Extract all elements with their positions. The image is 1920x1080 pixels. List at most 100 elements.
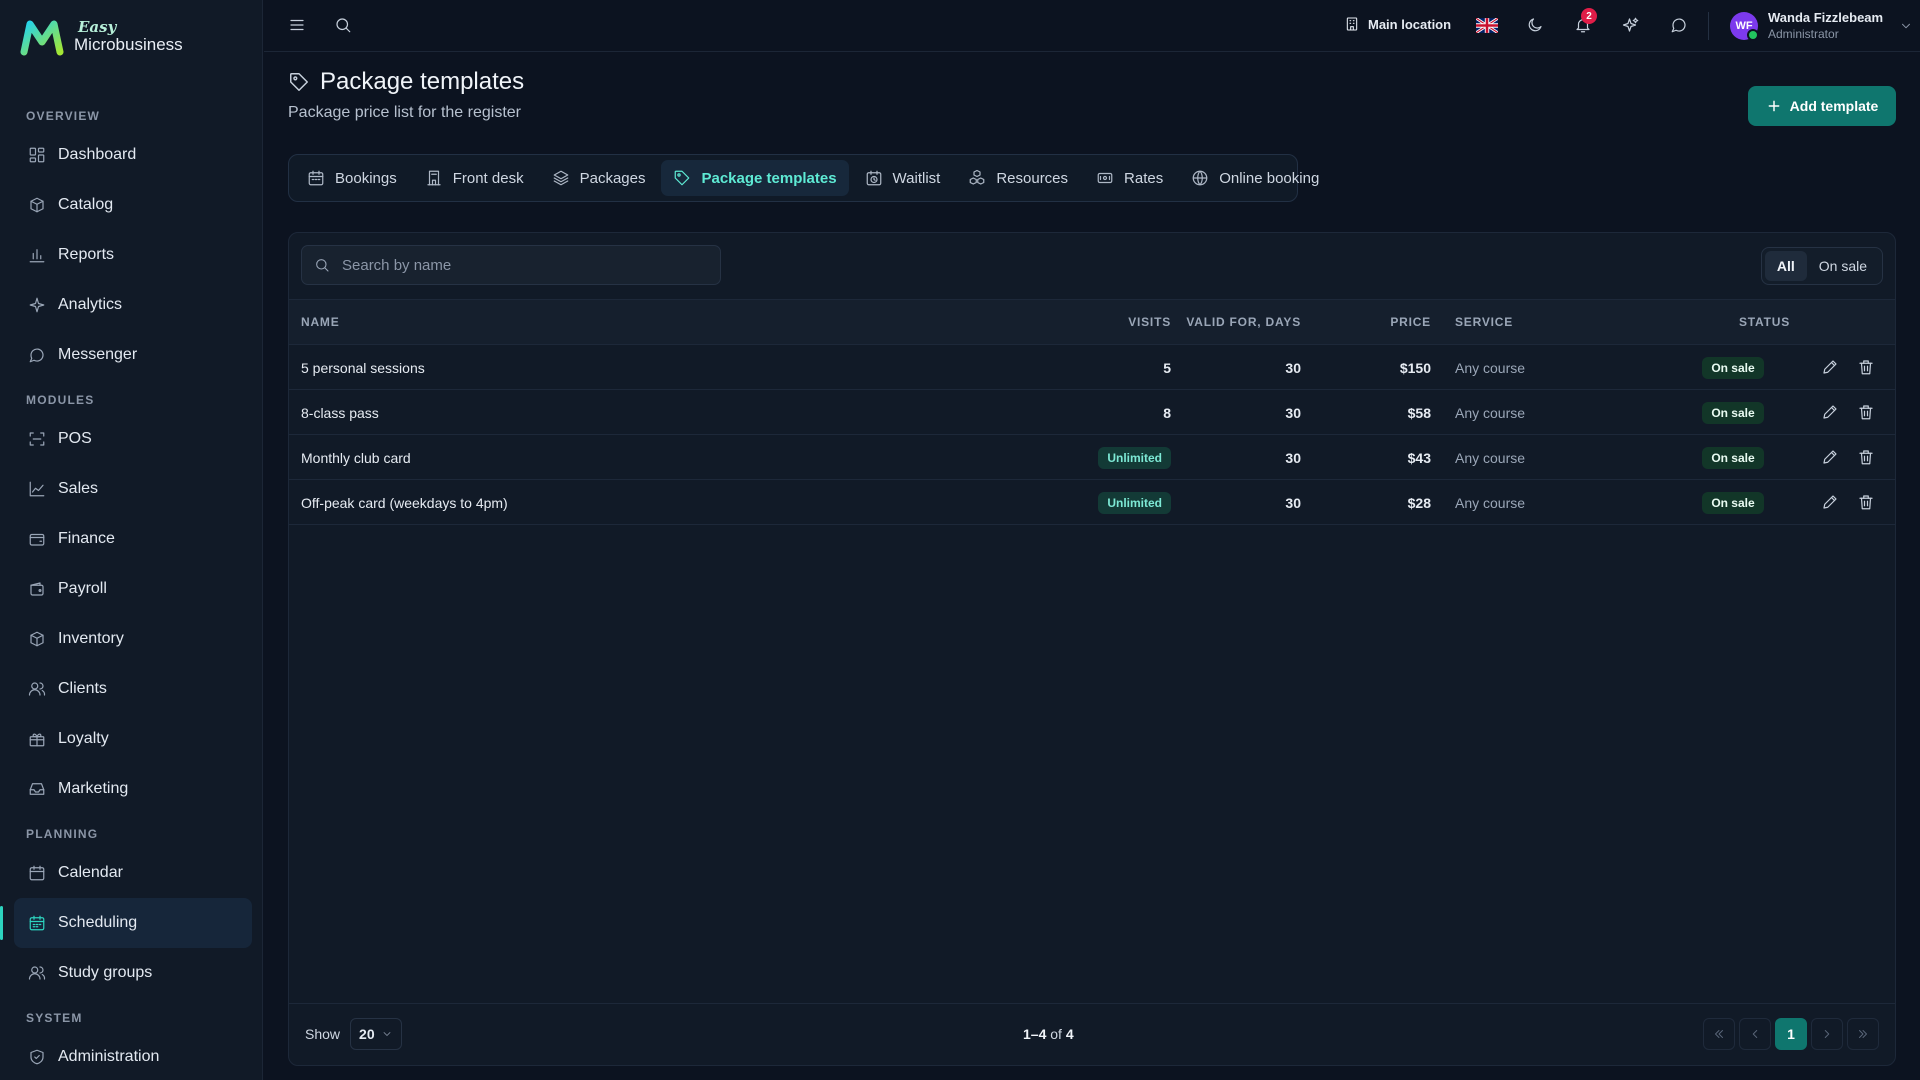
uk-flag-icon[interactable]	[1476, 18, 1498, 33]
sidebar: Easy Microbusiness OVERVIEW Dashboard Ca…	[0, 0, 263, 1080]
trash-icon[interactable]	[1857, 403, 1875, 421]
tab-label: Waitlist	[892, 169, 941, 187]
sparkles-icon[interactable]	[1622, 16, 1640, 34]
search-icon[interactable]	[334, 16, 352, 34]
tag-icon	[290, 73, 308, 91]
column-header-visits[interactable]: VISITS	[1059, 300, 1171, 346]
brand-name: Microbusiness	[74, 34, 183, 54]
column-header-price[interactable]: PRICE	[1319, 300, 1431, 346]
range-total: 4	[1065, 1026, 1074, 1042]
first-page-button[interactable]	[1703, 1018, 1735, 1050]
nav-section-overview: OVERVIEW	[26, 109, 101, 123]
edit-icon[interactable]	[1821, 403, 1839, 421]
column-header-status[interactable]: STATUS	[1739, 300, 1790, 346]
edit-icon[interactable]	[1821, 448, 1839, 466]
location-selector[interactable]: Main location	[1344, 16, 1451, 32]
calendar-icon	[308, 170, 324, 186]
sidebar-item-finance[interactable]: Finance	[14, 514, 252, 564]
search-input[interactable]	[342, 256, 702, 274]
sidebar-item-payroll[interactable]: Payroll	[14, 564, 252, 614]
location-label: Main location	[1368, 16, 1452, 32]
tab-resources[interactable]: Resources	[956, 160, 1080, 196]
sidebar-item-pos[interactable]: POS	[14, 414, 252, 464]
column-header-service[interactable]: SERVICE	[1455, 300, 1513, 346]
cell-price: $58	[1407, 404, 1431, 421]
last-page-button[interactable]	[1847, 1018, 1879, 1050]
edit-icon[interactable]	[1821, 358, 1839, 376]
notification-badge: 2	[1581, 8, 1597, 24]
sidebar-item-scheduling[interactable]: Scheduling	[0, 898, 252, 948]
sidebar-item-loyalty[interactable]: Loyalty	[14, 714, 252, 764]
cell-valid-for: 30	[1285, 494, 1301, 511]
sidebar-item-reports[interactable]: Reports	[14, 230, 252, 280]
trash-icon[interactable]	[1857, 493, 1875, 511]
filter-all-button[interactable]: All	[1764, 251, 1807, 281]
chat-icon[interactable]	[1670, 16, 1688, 34]
page-title: Package templates	[288, 68, 524, 96]
dashboard-icon	[29, 147, 45, 163]
edit-icon[interactable]	[1821, 493, 1839, 511]
cell-valid-for: 30	[1285, 449, 1301, 466]
column-header-name[interactable]: NAME	[301, 300, 340, 346]
tab-rates[interactable]: Rates	[1084, 160, 1175, 196]
sidebar-item-sales[interactable]: Sales	[14, 464, 252, 514]
building-icon	[1346, 17, 1358, 31]
sidebar-item-analytics[interactable]: Analytics	[14, 280, 252, 330]
moon-icon[interactable]	[1526, 16, 1544, 34]
sidebar-item-inventory[interactable]: Inventory	[14, 614, 252, 664]
wallet-icon	[29, 533, 45, 546]
trash-icon[interactable]	[1857, 358, 1875, 376]
show-label: Show	[305, 1026, 341, 1042]
clock-calendar-icon	[866, 170, 881, 186]
tab-package-templates[interactable]: Package templates	[661, 160, 849, 196]
trash-icon[interactable]	[1857, 448, 1875, 466]
tab-label: Front desk	[452, 169, 524, 187]
tab-bar: Bookings Front desk Packages Package tem…	[288, 154, 1319, 202]
column-header-valid-for[interactable]: VALID FOR, DAYS	[1179, 300, 1301, 346]
next-page-button[interactable]	[1811, 1018, 1843, 1050]
topbar: Main location 2 WF Wanda Fizzlebeam Admi…	[264, 0, 1920, 52]
nav-section-planning: PLANNING	[26, 827, 99, 841]
page-size-control: Show 20	[305, 1018, 402, 1050]
sidebar-item-dashboard[interactable]: Dashboard	[14, 130, 252, 180]
table-header: NAME VISITS VALID FOR, DAYS PRICE SERVIC…	[289, 299, 1895, 345]
user-menu[interactable]: WF Wanda Fizzlebeam Administrator	[1730, 10, 1913, 41]
search-box[interactable]	[301, 245, 721, 285]
sidebar-item-catalog[interactable]: Catalog	[14, 180, 252, 230]
page-button[interactable]: 1	[1775, 1018, 1807, 1050]
trend-chart-icon	[29, 481, 45, 497]
tab-bookings[interactable]: Bookings	[295, 160, 409, 196]
cell-price: $43	[1407, 449, 1431, 466]
tab-waitlist[interactable]: Waitlist	[853, 160, 953, 196]
cell-name: 5 personal sessions	[301, 359, 425, 376]
sidebar-nav: OVERVIEW Dashboard Catalog Reports Analy…	[0, 96, 252, 1080]
tab-front-desk[interactable]: Front desk	[413, 160, 536, 196]
prev-page-button[interactable]	[1739, 1018, 1771, 1050]
table-row[interactable]: Off-peak card (weekdays to 4pm) Unlimite…	[289, 480, 1895, 525]
table-row[interactable]: 8-class pass 8 30 $58 Any course On sale	[289, 390, 1895, 435]
topbar-divider	[1708, 12, 1709, 40]
table-row[interactable]: Monthly club card Unlimited 30 $43 Any c…	[289, 435, 1895, 480]
tab-online-booking[interactable]: Online booking	[1179, 160, 1331, 196]
sidebar-item-messenger[interactable]: Messenger	[14, 330, 252, 380]
sidebar-item-clients[interactable]: Clients	[14, 664, 252, 714]
cell-price: $28	[1407, 494, 1431, 511]
users-icon	[28, 682, 46, 696]
tab-packages[interactable]: Packages	[540, 160, 658, 196]
sidebar-item-administration[interactable]: Administration	[14, 1032, 252, 1080]
filter-on-sale-button[interactable]: On sale	[1807, 251, 1879, 281]
table-row[interactable]: 5 personal sessions 5 30 $150 Any course…	[289, 345, 1895, 390]
sidebar-item-label: Catalog	[58, 196, 114, 213]
menu-icon[interactable]	[288, 16, 306, 34]
add-template-button[interactable]: Add template	[1748, 86, 1896, 126]
calendar-grid-icon	[29, 915, 45, 931]
brand-logo[interactable]: Easy Microbusiness	[20, 18, 183, 56]
user-role: Administrator	[1768, 27, 1839, 41]
add-template-label: Add template	[1789, 98, 1879, 114]
cell-service: Any course	[1455, 494, 1526, 511]
sidebar-item-study-groups[interactable]: Study groups	[14, 948, 252, 998]
unlimited-badge: Unlimited	[1098, 446, 1171, 469]
page-size-select[interactable]: 20	[350, 1018, 402, 1050]
sidebar-item-calendar[interactable]: Calendar	[14, 848, 252, 898]
sidebar-item-marketing[interactable]: Marketing	[14, 764, 252, 814]
